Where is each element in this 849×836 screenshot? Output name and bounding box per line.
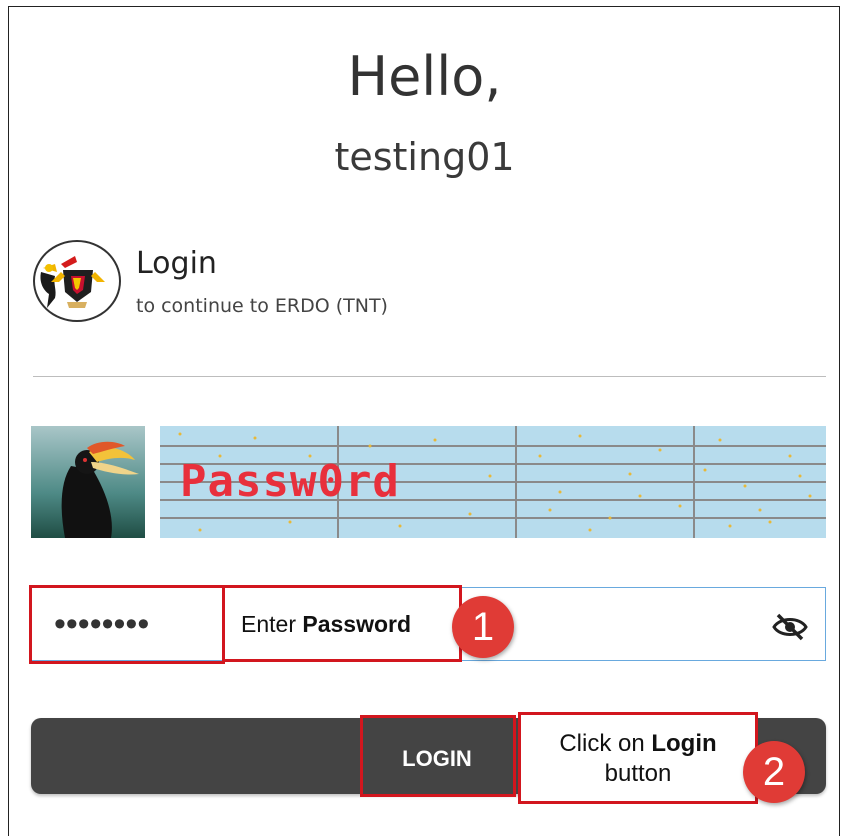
- captcha-image: Passw0rd: [160, 426, 826, 538]
- greeting-heading: Hello,: [347, 45, 502, 108]
- step2-line1-pre: Click on: [559, 730, 652, 757]
- eye-slash-icon[interactable]: [770, 611, 810, 643]
- captcha-text: Passw0rd: [180, 456, 400, 507]
- step2-line1-bold: Login: [651, 730, 717, 757]
- password-highlight-box: [29, 585, 225, 664]
- hornbill-crest-icon: [33, 240, 121, 322]
- divider: [33, 376, 826, 377]
- login-title: Login: [136, 246, 217, 281]
- hornbill-bird-image: [31, 426, 145, 538]
- login-highlight-box: [360, 715, 516, 797]
- step1-callout: Enter Password: [222, 585, 462, 662]
- step1-text-pre: Enter: [241, 611, 303, 637]
- step2-line2: button: [604, 760, 672, 787]
- step2-callout: Click on Login button: [518, 712, 758, 804]
- step2-badge: 2: [743, 741, 805, 803]
- step1-text-bold: Password: [302, 611, 412, 637]
- login-subtitle: to continue to ERDO (TNT): [136, 295, 388, 317]
- step1-badge: 1: [452, 596, 514, 658]
- username-label: testing01: [334, 135, 515, 179]
